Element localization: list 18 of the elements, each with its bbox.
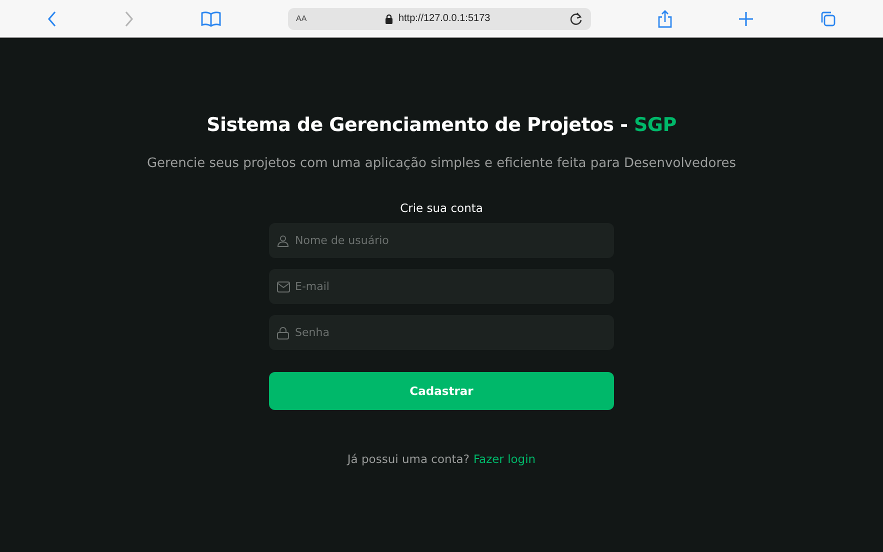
text-size-button[interactable]: AA	[296, 14, 307, 23]
subtitle: Gerencie seus projetos com uma aplicação simples e eficiente feita para Desenvolvedores	[146, 156, 736, 171]
input-field[interactable]: E-mail	[269, 269, 614, 304]
reload-icon[interactable]	[569, 12, 583, 26]
page-title: Sistema de Gerenciamento de Projetos - SGP	[206, 114, 676, 136]
book-icon[interactable]	[201, 10, 221, 26]
lock-icon	[385, 14, 394, 24]
url-text: http://127.0.0.1:5173	[398, 13, 490, 24]
share-icon[interactable]	[658, 10, 672, 28]
login-prompt: Já possui uma conta?	[347, 452, 470, 466]
back-icon[interactable]	[47, 10, 57, 26]
login-link[interactable]: Fazer login	[473, 452, 536, 466]
address-bar[interactable]: AA http://127.0.0.1:5173	[288, 8, 591, 30]
tabs-icon[interactable]	[820, 10, 836, 26]
form-heading: Crie sua conta	[399, 201, 484, 215]
plus-icon[interactable]	[739, 12, 753, 26]
input-field[interactable]: Senha	[269, 315, 614, 350]
input-field[interactable]: Nome de usuário	[269, 223, 614, 258]
